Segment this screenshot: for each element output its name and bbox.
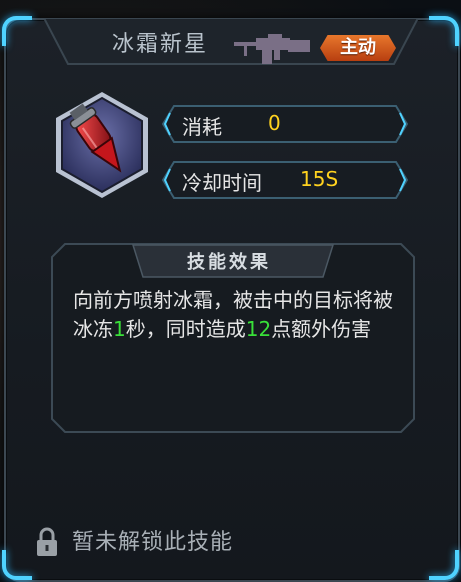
effect-header: 技能效果 xyxy=(187,252,271,273)
cooldown-label: 冷却时间 xyxy=(182,171,262,195)
locked-status-text: 暂未解锁此技能 xyxy=(72,530,234,555)
skill-title: 冰霜新星 xyxy=(112,32,209,57)
cooldown-stat: 冷却时间 15S xyxy=(162,161,408,199)
bonus-damage: 12 xyxy=(245,317,272,341)
corner-accent xyxy=(2,550,32,580)
cost-stat: 消耗 0 xyxy=(162,105,408,143)
cooldown-value: 15S xyxy=(300,167,339,191)
effect-text-2: 秒，同时造成 xyxy=(125,317,246,341)
frost-rocket-icon[interactable] xyxy=(52,90,152,200)
active-skill-badge: 主动 xyxy=(320,35,396,61)
corner-accent xyxy=(429,16,459,46)
corner-accent xyxy=(429,550,459,580)
machine-gun-icon xyxy=(234,34,310,64)
effect-description: 向前方喷射冰霜，被击中的目标将被冰冻1秒，同时造成12点额外伤害 xyxy=(73,286,403,344)
freeze-seconds: 1 xyxy=(113,317,126,341)
cost-label: 消耗 xyxy=(182,115,222,139)
corner-accent xyxy=(2,16,32,46)
lock-icon xyxy=(37,527,57,556)
effect-text-3: 点额外伤害 xyxy=(271,317,372,341)
cost-value: 0 xyxy=(268,111,281,135)
